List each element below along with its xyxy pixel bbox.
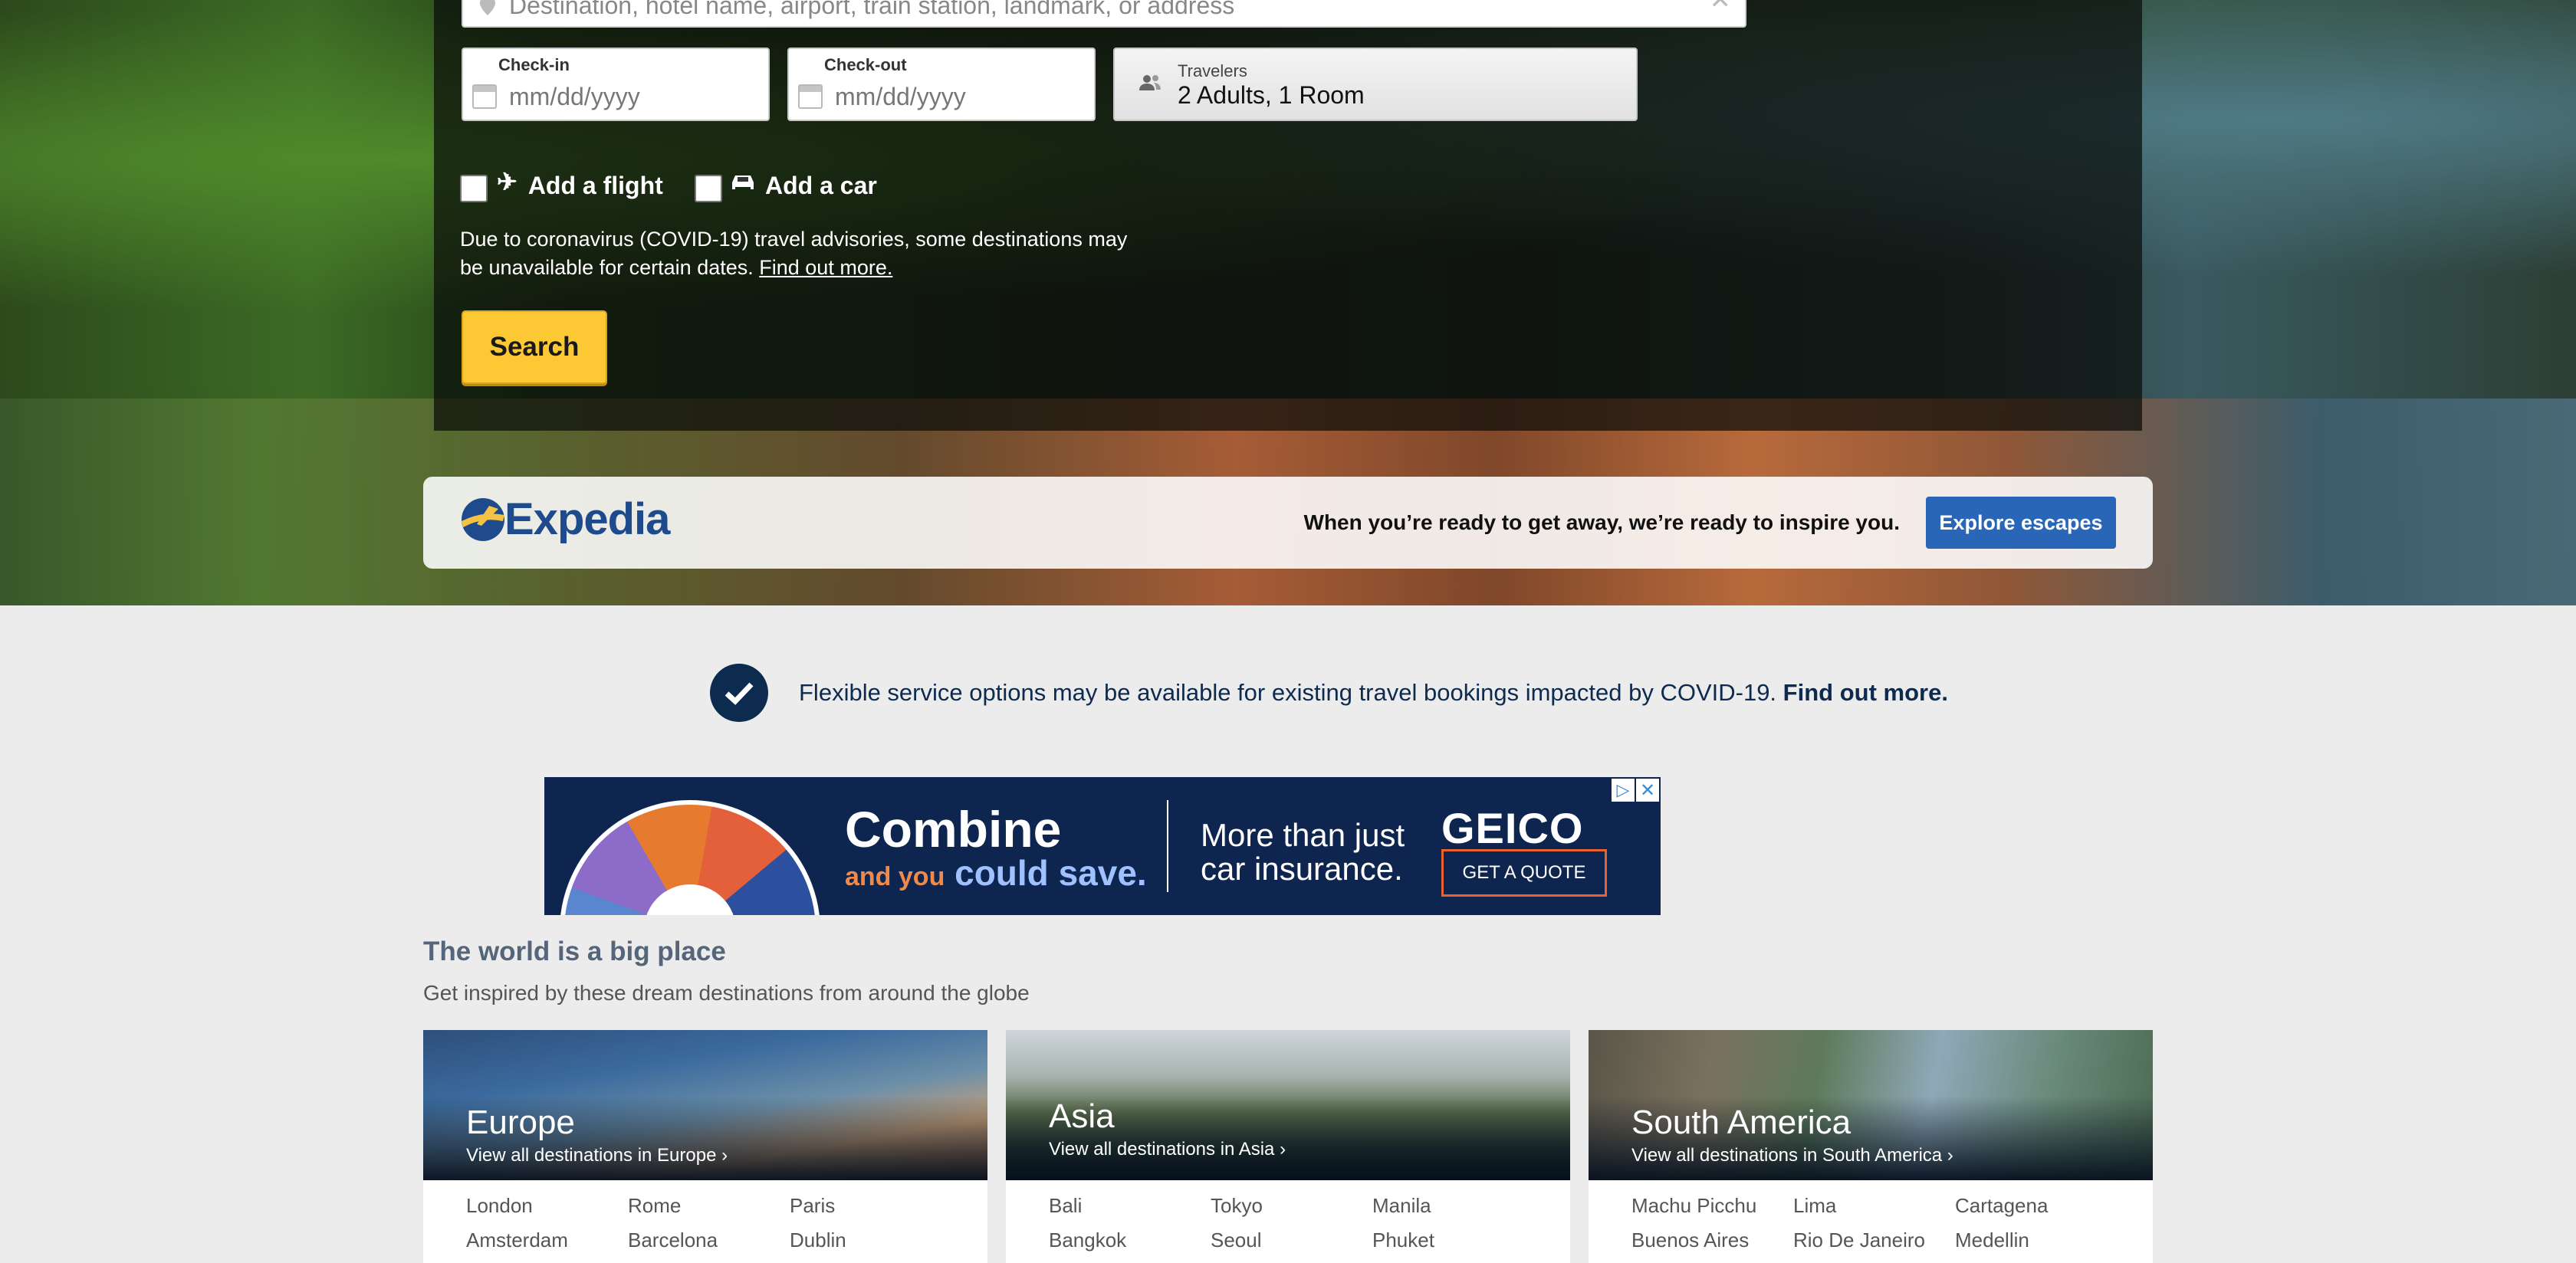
ad-divider [1167, 800, 1168, 892]
city-link[interactable]: Amsterdam [466, 1229, 628, 1252]
travelers-value: 2 Adults, 1 Room [1178, 81, 1365, 109]
city-link[interactable]: Lima [1793, 1194, 1955, 1218]
world-section-subtitle: Get inspired by these dream destinations… [423, 981, 1030, 1005]
city-link[interactable]: Phuket [1372, 1229, 1534, 1252]
expedia-banner: Expedia When you’re ready to get away, w… [423, 477, 2153, 569]
airplane-icon: ✈ [497, 168, 518, 195]
checkout-label: Check-out [824, 55, 907, 74]
expedia-logo-text: Expedia [504, 494, 670, 544]
destination-placeholder: Destination, hotel name, airport, train … [509, 0, 1235, 19]
expedia-logo[interactable]: Expedia [458, 494, 670, 545]
ad-headline: Combine [845, 801, 1062, 858]
calendar-icon [798, 84, 823, 109]
city-list: Machu Picchu Lima Cartagena Buenos Aires… [1631, 1194, 2122, 1252]
add-flight-label: Add a flight [527, 171, 663, 199]
region-name: South America [1631, 1104, 1852, 1141]
adchoices-icon[interactable]: ▷ [1612, 779, 1635, 802]
check-icon [710, 664, 768, 722]
ad-right-text: More than just car insurance. [1201, 818, 1405, 886]
expedia-tagline: When you’re ready to get away, we’re rea… [1303, 510, 1900, 534]
europe-image: Europe View all destinations in Europe › [423, 1030, 987, 1180]
view-all-asia-link[interactable]: View all destinations in Asia › [1049, 1139, 1286, 1160]
city-link[interactable]: Barcelona [628, 1229, 790, 1252]
city-link[interactable]: Seoul [1211, 1229, 1372, 1252]
checkin-field[interactable]: Check-in mm/dd/yyyy [462, 48, 770, 121]
flexible-service-text: Flexible service options may be availabl… [799, 679, 1777, 706]
geico-logo: GEICO [1441, 804, 1584, 852]
location-pin-icon [480, 0, 495, 15]
hero-background: Destination, hotel name, airport, train … [0, 0, 2576, 605]
region-name: Asia [1049, 1097, 1115, 1135]
people-icon [1139, 75, 1161, 90]
city-link[interactable]: Tokyo [1211, 1194, 1372, 1218]
geico-advertisement[interactable]: Combine and you could save. More than ju… [544, 777, 1661, 915]
add-car-option[interactable]: Add a car [695, 169, 877, 202]
ad-close-icon[interactable]: ✕ [1636, 779, 1659, 802]
add-flight-checkbox[interactable] [460, 175, 488, 202]
flexible-service-link[interactable]: Find out more. [1783, 679, 1948, 706]
city-link[interactable]: Buenos Aires [1631, 1229, 1793, 1252]
ad-subline-small: and you [845, 862, 945, 891]
chevron-right-icon: › [1280, 1139, 1286, 1160]
checkout-placeholder: mm/dd/yyyy [835, 83, 966, 110]
city-list: Bali Tokyo Manila Bangkok Seoul Phuket [1049, 1194, 1539, 1252]
explore-escapes-button[interactable]: Explore escapes [1926, 497, 2116, 549]
travelers-selector[interactable]: Travelers 2 Adults, 1 Room [1113, 48, 1638, 121]
expedia-globe-icon [462, 497, 504, 541]
add-flight-option[interactable]: ✈ Add a flight [460, 168, 663, 202]
view-all-south-america-link[interactable]: View all destinations in South America › [1631, 1145, 1953, 1166]
region-card-europe[interactable]: Europe View all destinations in Europe ›… [423, 1030, 987, 1263]
chevron-right-icon: › [721, 1145, 728, 1166]
city-link[interactable]: London [466, 1194, 628, 1218]
search-button[interactable]: Search [462, 310, 607, 384]
city-link[interactable]: Paris [790, 1194, 951, 1218]
south-america-image: South America View all destinations in S… [1589, 1030, 2153, 1180]
ad-right-line2: car insurance. [1201, 851, 1403, 887]
city-link[interactable]: Cartagena [1955, 1194, 2117, 1218]
city-link[interactable]: Bali [1049, 1194, 1211, 1218]
covid-advisory: Due to coronavirus (COVID-19) travel adv… [460, 225, 1150, 282]
world-section-title: The world is a big place [423, 937, 726, 966]
region-card-south-america[interactable]: South America View all destinations in S… [1589, 1030, 2153, 1263]
add-car-label: Add a car [765, 171, 877, 199]
covid-find-out-link[interactable]: Find out more. [759, 256, 892, 279]
clear-icon[interactable]: ✕ [1710, 0, 1732, 15]
view-all-europe-link[interactable]: View all destinations in Europe › [466, 1145, 728, 1166]
ad-subline-big: could save. [955, 853, 1147, 893]
checkin-placeholder: mm/dd/yyyy [509, 83, 640, 110]
flexible-service-notice: Flexible service options may be availabl… [710, 664, 1948, 722]
get-a-quote-button[interactable]: GET A QUOTE [1441, 849, 1607, 897]
calendar-icon [472, 84, 497, 109]
city-link[interactable]: Medellin [1955, 1229, 2117, 1252]
asia-image: Asia View all destinations in Asia › [1006, 1030, 1570, 1180]
destination-input[interactable]: Destination, hotel name, airport, train … [462, 0, 1746, 28]
add-car-checkbox[interactable] [695, 175, 722, 202]
checkout-field[interactable]: Check-out mm/dd/yyyy [787, 48, 1096, 121]
city-link[interactable]: Bangkok [1049, 1229, 1211, 1252]
chevron-right-icon: › [1947, 1145, 1953, 1166]
ad-right-line1: More than just [1201, 817, 1405, 853]
city-link[interactable]: Manila [1372, 1194, 1534, 1218]
city-link[interactable]: Machu Picchu [1631, 1194, 1793, 1218]
travelers-label: Travelers [1178, 61, 1247, 80]
checkin-label: Check-in [498, 55, 570, 74]
city-list: London Rome Paris Amsterdam Barcelona Du… [466, 1194, 957, 1252]
car-icon [732, 176, 754, 189]
ad-subline: and you could save. [845, 852, 1147, 894]
city-link[interactable]: Rome [628, 1194, 790, 1218]
region-name: Europe [466, 1104, 575, 1141]
region-card-asia[interactable]: Asia View all destinations in Asia › Bal… [1006, 1030, 1570, 1263]
city-link[interactable]: Rio De Janeiro [1793, 1229, 1955, 1252]
city-link[interactable]: Dublin [790, 1229, 951, 1252]
